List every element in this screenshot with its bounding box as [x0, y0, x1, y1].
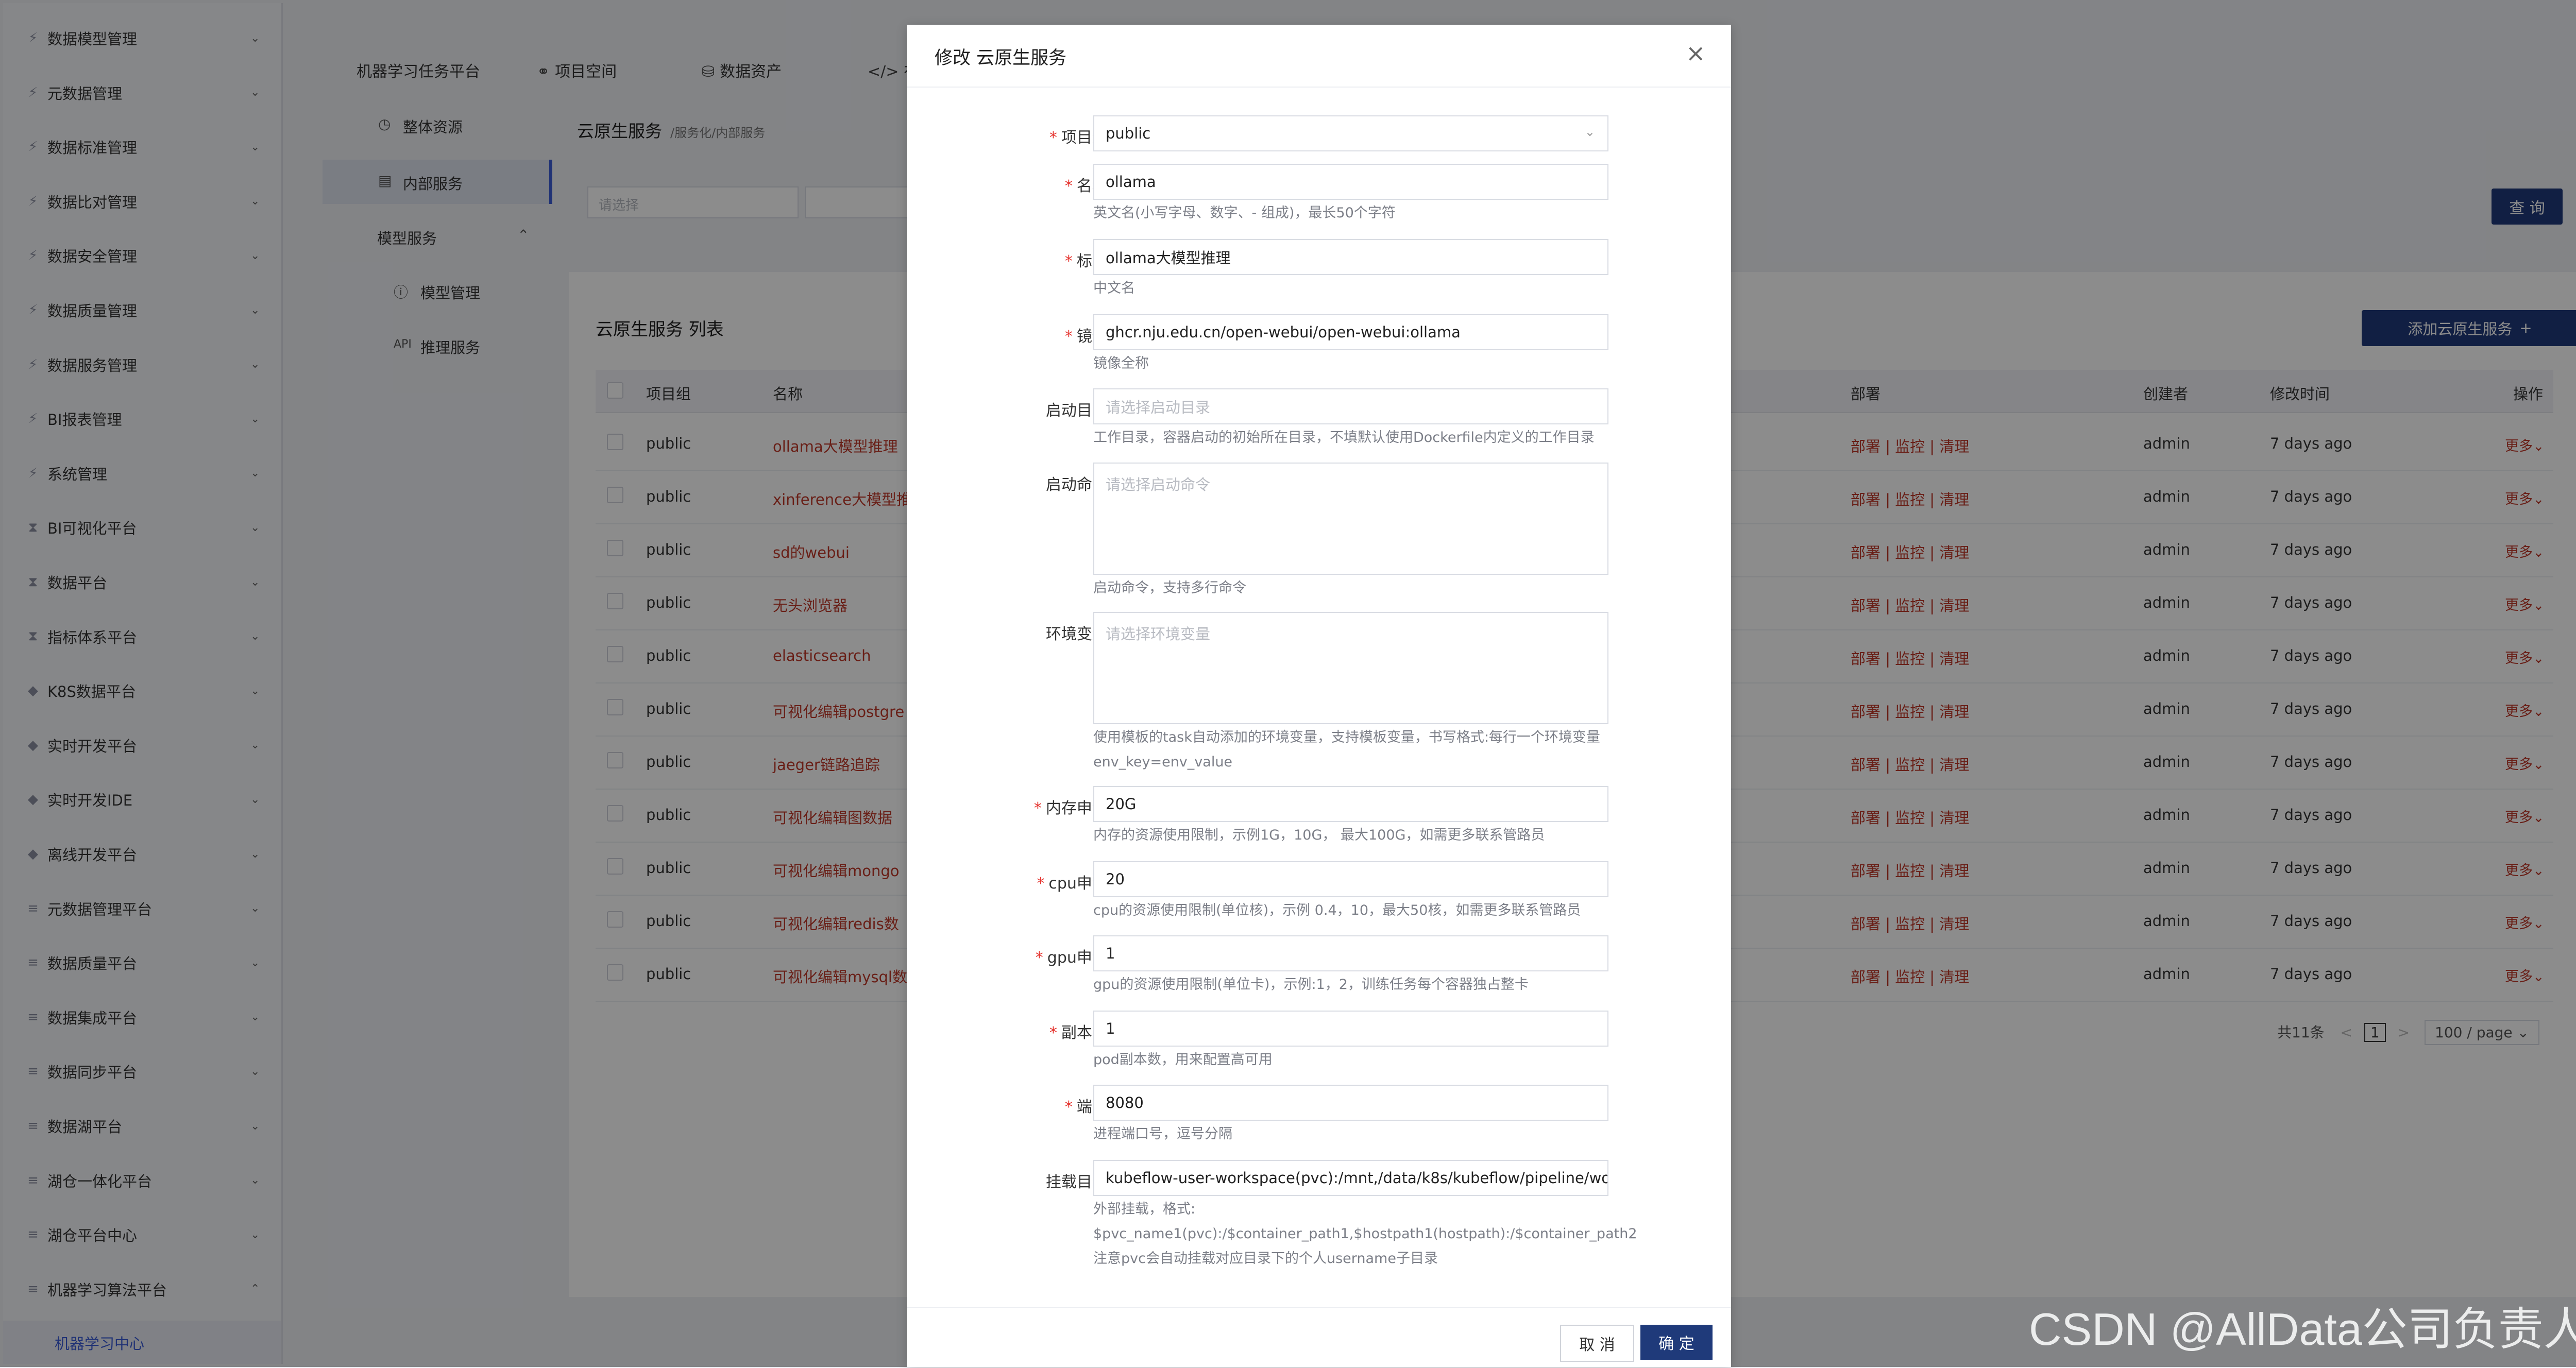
field-hint: gpu的资源使用限制(单位卡)，示例:1，2，训练任务每个容器独占整卡: [1093, 977, 1529, 993]
required-mark: *: [1064, 328, 1073, 346]
modal-footer: 取 消 确 定: [907, 1307, 1731, 1368]
replicas-input[interactable]: 1: [1093, 1011, 1608, 1047]
field-hint: 进程端口号，逗号分隔: [1093, 1126, 1232, 1142]
modal-title: 修改 云原生服务: [935, 48, 1067, 69]
required-mark: *: [1049, 1024, 1057, 1042]
field-hint: env_key=env_value: [1093, 754, 1233, 770]
confirm-button[interactable]: 确 定: [1640, 1325, 1713, 1360]
project-select[interactable]: public ⌄: [1093, 115, 1608, 151]
required-mark: *: [1035, 949, 1043, 967]
cpu-input[interactable]: 20: [1093, 861, 1608, 897]
required-mark: *: [1037, 875, 1045, 893]
mount-input[interactable]: kubeflow-user-workspace(pvc):/mnt,/data/…: [1093, 1160, 1608, 1196]
required-mark: *: [1064, 177, 1073, 195]
required-mark: *: [1064, 252, 1073, 270]
command-textarea[interactable]: 请选择启动命令: [1093, 463, 1608, 575]
field-hint: 使用模板的task自动添加的环境变量，支持模板变量，书写格式:每行一个环境变量: [1093, 729, 1600, 745]
field-hint: 工作目录，容器启动的初始所在目录，不填默认使用Dockerfile内定义的工作目…: [1093, 430, 1595, 446]
edit-service-modal: 修改 云原生服务 × *项目组: public⌄ *名称: ollama 英文名…: [907, 25, 1731, 1367]
required-mark: *: [1049, 129, 1057, 147]
csdn-watermark: CSDN @AllData公司负责人: [2029, 1304, 2576, 1355]
gpu-input[interactable]: 1: [1093, 935, 1608, 971]
field-hint: 外部挂载，格式:: [1093, 1201, 1196, 1217]
name-input[interactable]: ollama: [1093, 164, 1608, 200]
field-hint: 镜像全称: [1093, 355, 1149, 371]
field-hint: 注意pvc会自动挂载对应目录下的个人username子目录: [1093, 1251, 1438, 1267]
field-hint: 启动命令，支持多行命令: [1093, 580, 1246, 596]
required-mark: *: [1064, 1098, 1073, 1116]
port-input[interactable]: 8080: [1093, 1085, 1608, 1121]
field-hint: pod副本数，用来配置高可用: [1093, 1052, 1273, 1068]
required-mark: *: [1033, 799, 1042, 817]
field-hint: 中文名: [1093, 280, 1135, 296]
select-value: public: [1106, 125, 1151, 142]
field-hint: 英文名(小写字母、数字、- 组成)，最长50个字符: [1093, 205, 1396, 221]
tag-input[interactable]: ollama大模型推理: [1093, 239, 1608, 275]
close-icon[interactable]: ×: [1686, 39, 1706, 67]
memory-input[interactable]: 20G: [1093, 786, 1608, 822]
chevron-down-icon: ⌄: [1584, 125, 1595, 139]
workdir-input[interactable]: 请选择启动目录: [1093, 388, 1608, 424]
cancel-button[interactable]: 取 消: [1560, 1325, 1634, 1362]
image-input[interactable]: ghcr.nju.edu.cn/open-webui/open-webui:ol…: [1093, 314, 1608, 350]
env-textarea[interactable]: 请选择环境变量: [1093, 612, 1608, 724]
field-hint: $pvc_name1(pvc):/$container_path1,$hostp…: [1093, 1226, 1637, 1242]
modal-header: 修改 云原生服务 ×: [907, 25, 1731, 88]
field-hint: 内存的资源使用限制，示例1G，10G， 最大100G，如需更多联系管路员: [1093, 827, 1545, 843]
field-hint: cpu的资源使用限制(单位核)，示例 0.4，10，最大50核，如需更多联系管路…: [1093, 902, 1581, 918]
